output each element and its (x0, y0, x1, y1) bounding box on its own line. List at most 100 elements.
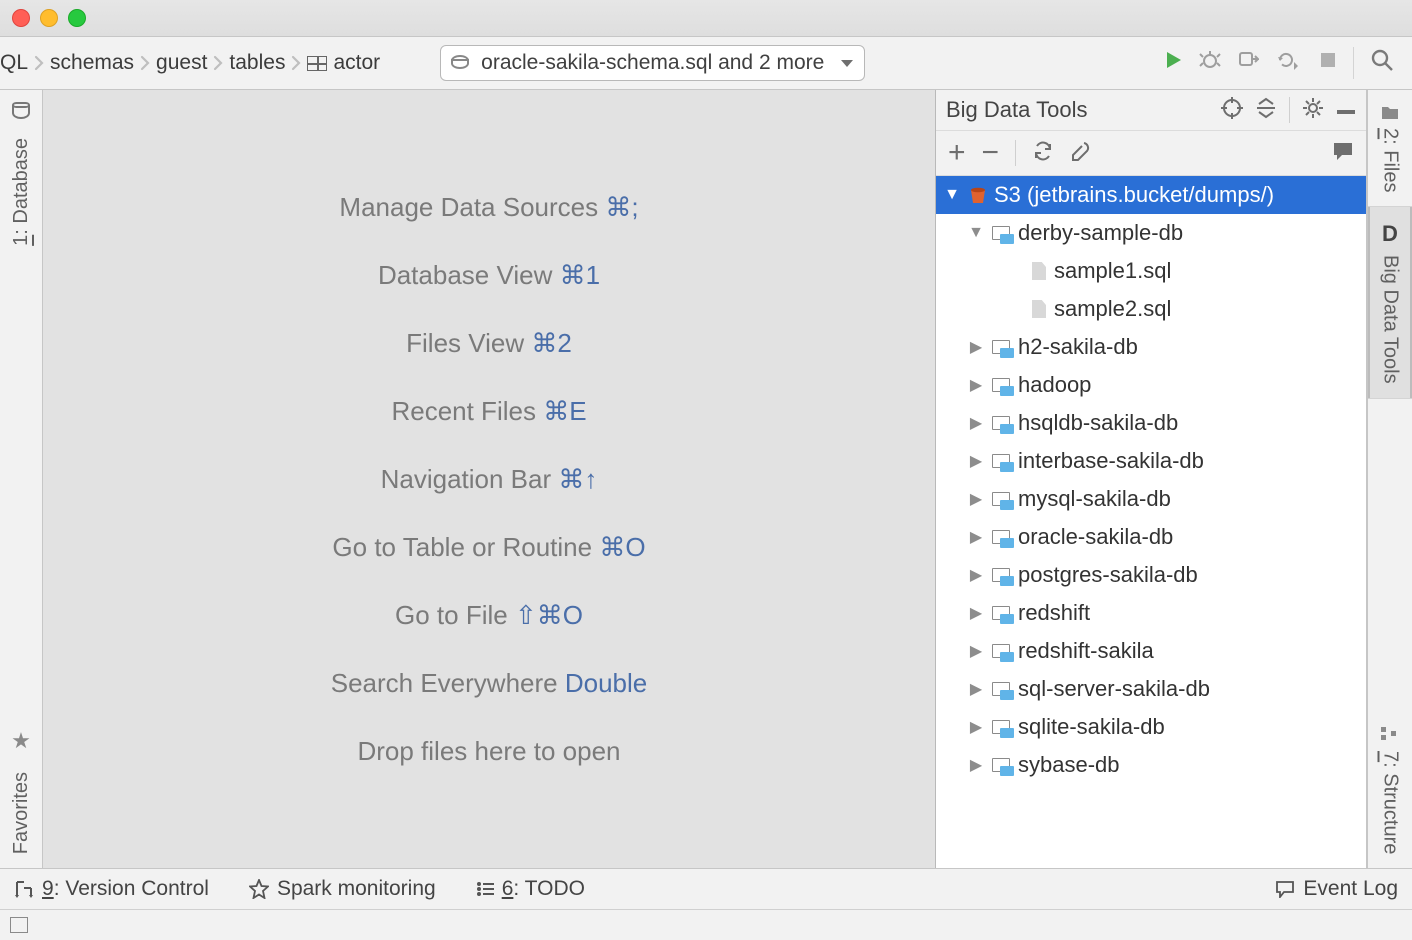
tree-node-root[interactable]: ▼S3 (jetbrains.bucket/dumps/) (936, 176, 1366, 214)
tree-node-folder[interactable]: ▶hsqldb-sakila-db (936, 404, 1366, 442)
breadcrumb-item[interactable]: tables (229, 51, 285, 75)
tree-node-folder[interactable]: ▶oracle-sakila-db (936, 518, 1366, 556)
window-close-icon[interactable] (12, 9, 30, 27)
separator (1353, 47, 1354, 79)
separator (1015, 140, 1016, 166)
window-minimize-icon[interactable] (40, 9, 58, 27)
refresh-icon[interactable] (1032, 140, 1054, 167)
tree-node-file[interactable]: sample1.sql (936, 252, 1366, 290)
collapse-icon[interactable] (1255, 97, 1277, 124)
chevron-right-icon: ▶ (968, 451, 984, 471)
hint-label: Go to Table or Routine (332, 532, 592, 562)
window-zoom-icon[interactable] (68, 9, 86, 27)
tree-node-folder[interactable]: ▶h2-sakila-db (936, 328, 1366, 366)
chevron-right-icon: ▶ (968, 603, 984, 623)
chevron-right-icon: ▶ (968, 717, 984, 737)
folder-icon (992, 644, 1010, 658)
breadcrumb-item[interactable]: actor (333, 51, 380, 75)
hint-label: Recent Files (391, 396, 536, 426)
folder-icon (992, 226, 1010, 240)
s3-bucket-icon (968, 186, 986, 204)
tree-node-folder[interactable]: ▶hadoop (936, 366, 1366, 404)
chevron-down-icon: ▼ (944, 186, 960, 204)
status-vcs[interactable]: 9: Version Control (14, 877, 209, 901)
tree-node-folder[interactable]: ▶sybase-db (936, 746, 1366, 784)
breadcrumb-item[interactable]: QL (0, 51, 28, 75)
target-icon[interactable] (1221, 97, 1243, 124)
folder-icon (992, 340, 1010, 354)
chevron-right-icon: ▶ (968, 565, 984, 585)
run-icon[interactable] (1163, 50, 1183, 76)
folder-icon (992, 568, 1010, 582)
chevron-right-icon: ▶ (968, 375, 984, 395)
tree-node-folder[interactable]: ▶interbase-sakila-db (936, 442, 1366, 480)
hint-label: Files View (406, 328, 524, 358)
hint-label: Database View (378, 260, 552, 290)
tree-node-folder[interactable]: ▶mysql-sakila-db (936, 480, 1366, 518)
file-icon (1032, 262, 1046, 280)
minimize-icon[interactable] (1336, 98, 1356, 122)
breadcrumb-item[interactable]: guest (156, 51, 207, 75)
panel-toolbar: + − (936, 131, 1366, 176)
window-titlebar (0, 0, 1412, 37)
chevron-right-icon: ▶ (968, 413, 984, 433)
hint-label: Navigation Bar (381, 464, 552, 494)
folder-icon (992, 416, 1010, 430)
run-configuration-dropdown[interactable]: oracle-sakila-schema.sql and 2 more (440, 45, 865, 81)
status-spark[interactable]: Spark monitoring (249, 877, 436, 901)
folder-icon (992, 758, 1010, 772)
wrench-icon[interactable] (1070, 140, 1092, 167)
chevron-right-icon: ▶ (968, 641, 984, 661)
toolbar-actions (1163, 47, 1412, 79)
tree-node-folder[interactable]: ▶sqlite-sakila-db (936, 708, 1366, 746)
stop-icon[interactable] (1319, 51, 1337, 75)
remove-icon[interactable]: − (982, 144, 1000, 162)
add-icon[interactable]: + (948, 144, 966, 162)
breadcrumb-item[interactable]: schemas (50, 51, 134, 75)
right-rail-tab-big-data[interactable]: D Big Data Tools (1368, 207, 1412, 399)
chevron-right-icon (211, 54, 225, 72)
chevron-right-icon (32, 54, 46, 72)
right-rail-tab-structure[interactable]: 7: Structure (1368, 713, 1412, 868)
hint-shortcut: ⌘↑ (558, 464, 597, 494)
hint-shortcut: Double (565, 668, 647, 698)
hint-shortcut: ⌘2 (531, 328, 571, 358)
chevron-down-icon: ▼ (968, 224, 984, 242)
chevron-right-icon: ▶ (968, 489, 984, 509)
left-rail-tab-favorites[interactable]: Favorites (10, 772, 33, 854)
tree-node-folder[interactable]: ▶redshift-sakila (936, 632, 1366, 670)
search-icon[interactable] (1370, 48, 1394, 78)
debug-icon[interactable] (1199, 49, 1221, 77)
s3-tree[interactable]: ▼S3 (jetbrains.bucket/dumps/)▼derby-samp… (936, 176, 1366, 868)
tree-node-folder[interactable]: ▶postgres-sakila-db (936, 556, 1366, 594)
list-icon (476, 881, 494, 897)
main-body: 1: Database ★ Favorites Manage Data Sour… (0, 90, 1412, 868)
status-event-log[interactable]: Event Log (1275, 877, 1398, 901)
tool-windows-icon[interactable] (10, 917, 28, 933)
tree-node-file[interactable]: sample2.sql (936, 290, 1366, 328)
attach-icon[interactable] (1237, 49, 1259, 77)
comment-icon[interactable] (1332, 141, 1354, 166)
ide-window: QL schemas guest tables actor oracle-sak… (0, 0, 1412, 940)
hint-label: Manage Data Sources (339, 192, 598, 222)
left-tool-rail: 1: Database ★ Favorites (0, 90, 43, 868)
rerun-icon[interactable] (1275, 49, 1303, 77)
right-rail-tab-files[interactable]: 2: Files (1368, 90, 1412, 207)
chevron-right-icon: ▶ (968, 755, 984, 775)
gear-icon[interactable] (1302, 97, 1324, 124)
editor-empty-state: Manage Data Sources ⌘; Database View ⌘1 … (43, 90, 936, 868)
tree-node-folder[interactable]: ▼derby-sample-db (936, 214, 1366, 252)
panel-title: Big Data Tools (946, 97, 1209, 123)
separator (1289, 97, 1290, 123)
big-data-tools-panel: Big Data Tools + − ▼S3 (jetbrains.bucket… (936, 90, 1367, 868)
hint-shortcut: ⌘; (605, 192, 638, 222)
tree-node-folder[interactable]: ▶redshift (936, 594, 1366, 632)
left-rail-tab-database[interactable]: 1: Database (10, 138, 33, 246)
database-icon (12, 102, 30, 120)
status-bar: 9: Version Control Spark monitoring 6: T… (0, 868, 1412, 909)
window-footer (0, 909, 1412, 940)
chevron-right-icon: ▶ (968, 527, 984, 547)
status-todo[interactable]: 6: TODO (476, 877, 585, 901)
tree-node-folder[interactable]: ▶sql-server-sakila-db (936, 670, 1366, 708)
database-icon (451, 55, 471, 71)
